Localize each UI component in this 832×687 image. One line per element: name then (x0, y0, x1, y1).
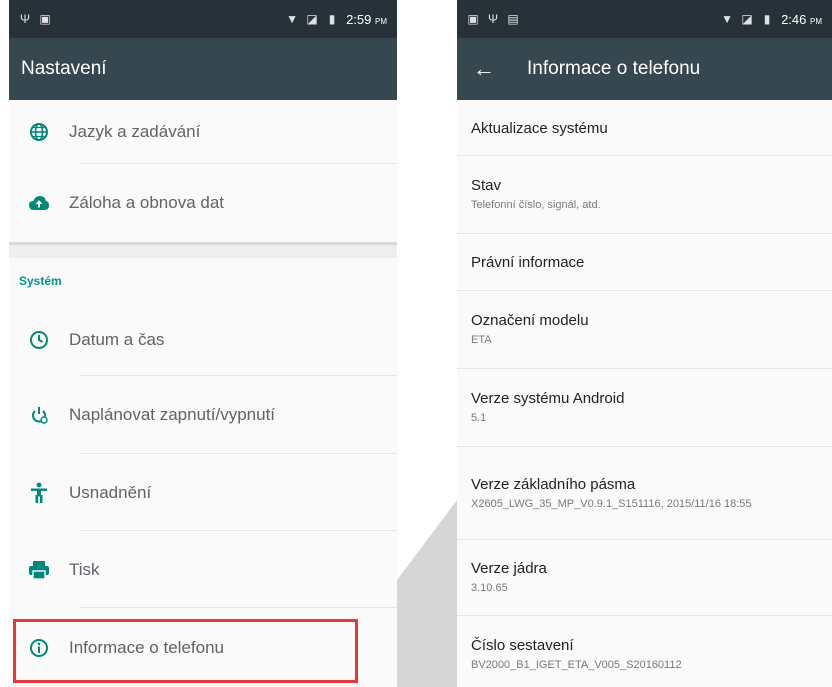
setting-item-schedule-power[interactable]: Naplánovat zapnutí/vypnutí (9, 376, 397, 454)
setting-item-language[interactable]: Jazyk a zadávání (9, 100, 397, 164)
info-item-kernel: Verze jádra 3.10.65 (457, 540, 832, 616)
info-subtitle: X2605_LWG_35_MP_V0.9.1_S151116, 2015/11/… (471, 497, 752, 510)
highlight-box (13, 619, 358, 683)
info-item-android-version[interactable]: Verze systému Android 5.1 (457, 369, 832, 447)
battery-icon: ▮ (763, 12, 771, 26)
battery-icon: ▮ (328, 12, 336, 26)
status-bar: ▣ Ψ ▤ ▼ ◪ ▮ 2:46 PM (457, 0, 832, 38)
settings-screen: Ψ ▣ ▼ ◪ ▮ 2:59 PM Nastavení Jazyk a zadá… (9, 0, 397, 687)
info-item-legal[interactable]: Právní informace (457, 234, 832, 291)
print-icon (9, 560, 69, 580)
setting-label: Záloha a obnova dat (69, 193, 225, 212)
usb-icon: Ψ (487, 12, 499, 26)
info-subtitle: 3.10.65 (471, 582, 508, 594)
info-title: Stav (471, 177, 502, 194)
image-notification-icon: ▤ (507, 12, 519, 26)
clock-icon (9, 330, 69, 350)
section-header-system: Systém (9, 258, 397, 303)
section-divider (9, 242, 397, 258)
info-title: Verze základního pásma (471, 475, 636, 493)
cloud-upload-icon (9, 195, 69, 211)
screenshot-notification-icon: ▣ (467, 12, 479, 26)
info-item-status[interactable]: Stav Telefonní číslo, signál, atd. (457, 156, 832, 234)
info-item-system-update[interactable]: Aktualizace systému (457, 100, 832, 156)
info-title: Právní informace (471, 254, 585, 271)
no-signal-icon: ◪ (741, 12, 753, 26)
power-schedule-icon (9, 405, 69, 425)
back-arrow-icon[interactable]: ← (473, 58, 497, 80)
screenshot-notification-icon: ▣ (39, 12, 51, 26)
about-phone-screen: ▣ Ψ ▤ ▼ ◪ ▮ 2:46 PM ← Informace o telefo… (457, 0, 832, 687)
info-title: Verze jádra (471, 560, 547, 577)
wifi-icon: ▼ (286, 12, 298, 26)
setting-label: Tisk (69, 559, 100, 579)
setting-item-accessibility[interactable]: Usnadnění (9, 454, 397, 531)
wifi-icon: ▼ (721, 12, 733, 26)
info-title: Aktualizace systému (471, 119, 608, 137)
setting-label: Naplánovat zapnutí/vypnutí (69, 405, 276, 424)
setting-item-date-time[interactable]: Datum a čas (9, 303, 397, 376)
info-item-build-number[interactable]: Číslo sestavení BV2000_B1_IGET_ETA_V005_… (457, 616, 832, 687)
screenshot-canvas: Ψ ▣ ▼ ◪ ▮ 2:59 PM Nastavení Jazyk a zadá… (0, 0, 832, 687)
no-signal-icon: ◪ (306, 12, 318, 26)
setting-label: Jazyk a zadávání (69, 122, 201, 141)
status-time: 2:46 PM (781, 11, 822, 27)
info-item-model: Označení modelu ETA (457, 291, 832, 369)
info-title: Verze systému Android (471, 390, 625, 407)
page-title: Informace o telefonu (527, 58, 701, 79)
info-subtitle: ETA (471, 334, 492, 346)
app-bar: ← Informace o telefonu (457, 38, 832, 100)
page-title: Nastavení (21, 58, 107, 79)
info-subtitle: Telefonní číslo, signál, atd. (471, 199, 601, 211)
app-bar: Nastavení (9, 38, 397, 100)
usb-icon: Ψ (19, 12, 31, 26)
info-title: Číslo sestavení (471, 637, 574, 654)
info-item-baseband: Verze základního pásma X2605_LWG_35_MP_V… (457, 447, 832, 540)
setting-item-backup[interactable]: Záloha a obnova dat (9, 164, 397, 242)
setting-item-print[interactable]: Tisk (9, 531, 397, 608)
background-wedge (397, 500, 457, 687)
setting-label: Datum a čas (69, 329, 165, 349)
info-title: Označení modelu (471, 312, 589, 329)
status-time: 2:59 PM (346, 11, 387, 27)
info-subtitle: 5.1 (471, 412, 487, 424)
status-bar: Ψ ▣ ▼ ◪ ▮ 2:59 PM (9, 0, 397, 38)
info-subtitle: BV2000_B1_IGET_ETA_V005_S20160112 (471, 659, 682, 671)
globe-icon (9, 122, 69, 142)
accessibility-icon (9, 482, 69, 504)
setting-label: Usnadnění (69, 482, 152, 502)
